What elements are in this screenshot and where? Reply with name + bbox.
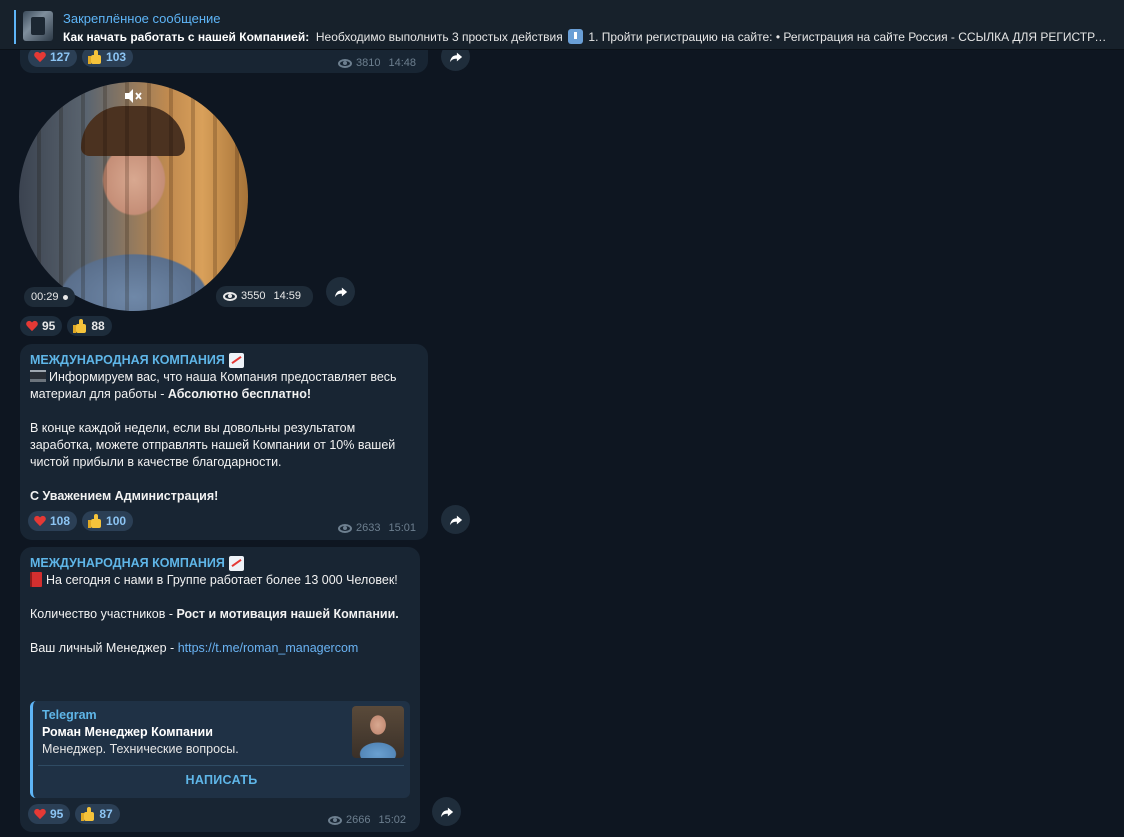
share-arrow-icon (440, 807, 453, 817)
manager-link[interactable]: https://t.me/roman_managercom (178, 641, 359, 655)
preview-title: Роман Менеджер Компании (42, 725, 213, 739)
reaction-count: 127 (50, 50, 71, 64)
reaction-like[interactable]: 88 (67, 316, 112, 336)
reaction-heart[interactable]: 127 (28, 47, 78, 67)
preview-site: Telegram (42, 708, 97, 722)
sender-name[interactable]: МЕЖДУНАРОДНАЯ КОМПАНИЯ (30, 352, 425, 369)
chart-up-icon (228, 353, 244, 368)
muted-speaker-icon[interactable] (123, 88, 143, 104)
down-arrow-icon (568, 29, 584, 44)
heart-icon (34, 516, 46, 527)
laptop-icon (30, 370, 46, 382)
pinned-title: Закреплённое сообщение (63, 11, 221, 26)
reaction-count: 87 (99, 807, 113, 821)
reaction-count: 88 (91, 319, 105, 333)
preview-avatar (352, 706, 404, 758)
preview-description: Менеджер. Технические вопросы. (42, 742, 239, 756)
thumbs-up-icon (81, 807, 95, 821)
share-arrow-icon (334, 287, 347, 297)
message-time: 15:01 (388, 522, 417, 534)
message-meta: 3810 14:48 (338, 57, 416, 69)
message-time: 14:48 (388, 57, 417, 69)
reaction-heart[interactable]: 95 (20, 316, 63, 336)
pinned-thumbnail (23, 11, 53, 41)
thumbs-up-icon (88, 514, 102, 528)
reactions-prev: 127 103 (28, 47, 134, 67)
share-arrow-icon (449, 52, 462, 62)
pinned-text-2: 1. Пройти регистрацию на сайте: • Регист… (588, 30, 1113, 44)
reaction-like[interactable]: 87 (75, 804, 120, 824)
reaction-like[interactable]: 103 (82, 47, 134, 67)
duration-text: 00:29 (31, 291, 59, 303)
unread-dot-icon (62, 294, 68, 300)
view-count: 3810 (356, 57, 381, 69)
preview-divider (38, 765, 404, 766)
link-preview[interactable]: Telegram Роман Менеджер Компании Менедже… (30, 701, 410, 798)
message-meta: 3550 14:59 (223, 290, 301, 302)
heart-icon (34, 52, 46, 63)
reaction-like[interactable]: 100 (82, 511, 134, 531)
view-count: 3550 (241, 290, 266, 302)
reaction-count: 108 (50, 514, 71, 528)
eye-icon (328, 815, 342, 825)
view-count: 2633 (356, 522, 381, 534)
message-text-info: МЕЖДУНАРОДНАЯ КОМПАНИЯ Информируем вас, … (30, 352, 425, 505)
reactions-video: 95 88 (20, 316, 112, 336)
share-button[interactable] (326, 277, 355, 306)
reaction-heart[interactable]: 95 (28, 804, 71, 824)
heart-icon (34, 809, 46, 820)
pinned-text: Как начать работать с нашей Компанией: Н… (63, 29, 1113, 44)
thumbs-up-icon (73, 319, 87, 333)
message-text-group: МЕЖДУНАРОДНАЯ КОМПАНИЯ На сегодня с нами… (30, 555, 415, 657)
thumbs-up-icon (88, 50, 102, 64)
reaction-count: 103 (106, 50, 127, 64)
view-count: 2666 (346, 814, 371, 826)
message-meta: 2666 15:02 (328, 814, 406, 826)
reaction-count: 95 (50, 807, 64, 821)
reaction-heart[interactable]: 108 (28, 511, 78, 531)
message-time: 15:02 (378, 814, 407, 826)
pinned-text-1: Необходимо выполнить 3 простых действия (315, 30, 563, 44)
sender-name[interactable]: МЕЖДУНАРОДНАЯ КОМПАНИЯ (30, 555, 415, 572)
pinned-accent-line (14, 10, 16, 44)
share-button[interactable] (432, 797, 461, 826)
share-button[interactable] (441, 505, 470, 534)
reactions-group: 95 87 (28, 804, 120, 824)
pinned-bold: Как начать работать с нашей Компанией: (63, 30, 310, 44)
video-duration: 00:29 (24, 287, 75, 307)
eye-icon (338, 523, 352, 533)
video-message[interactable] (19, 82, 248, 311)
red-book-icon (30, 572, 42, 587)
chart-up-icon (228, 556, 244, 571)
share-arrow-icon (449, 515, 462, 525)
pinned-message-bar[interactable]: Закреплённое сообщение Как начать работа… (0, 0, 1124, 50)
write-button[interactable]: НАПИСАТЬ (33, 773, 410, 787)
message-time: 14:59 (273, 290, 302, 302)
reaction-count: 95 (42, 319, 56, 333)
reaction-count: 100 (106, 514, 127, 528)
eye-icon (223, 291, 237, 301)
heart-icon (26, 321, 38, 332)
reactions-info: 108 100 (28, 511, 134, 531)
message-meta: 2633 15:01 (338, 522, 416, 534)
eye-icon (338, 58, 352, 68)
